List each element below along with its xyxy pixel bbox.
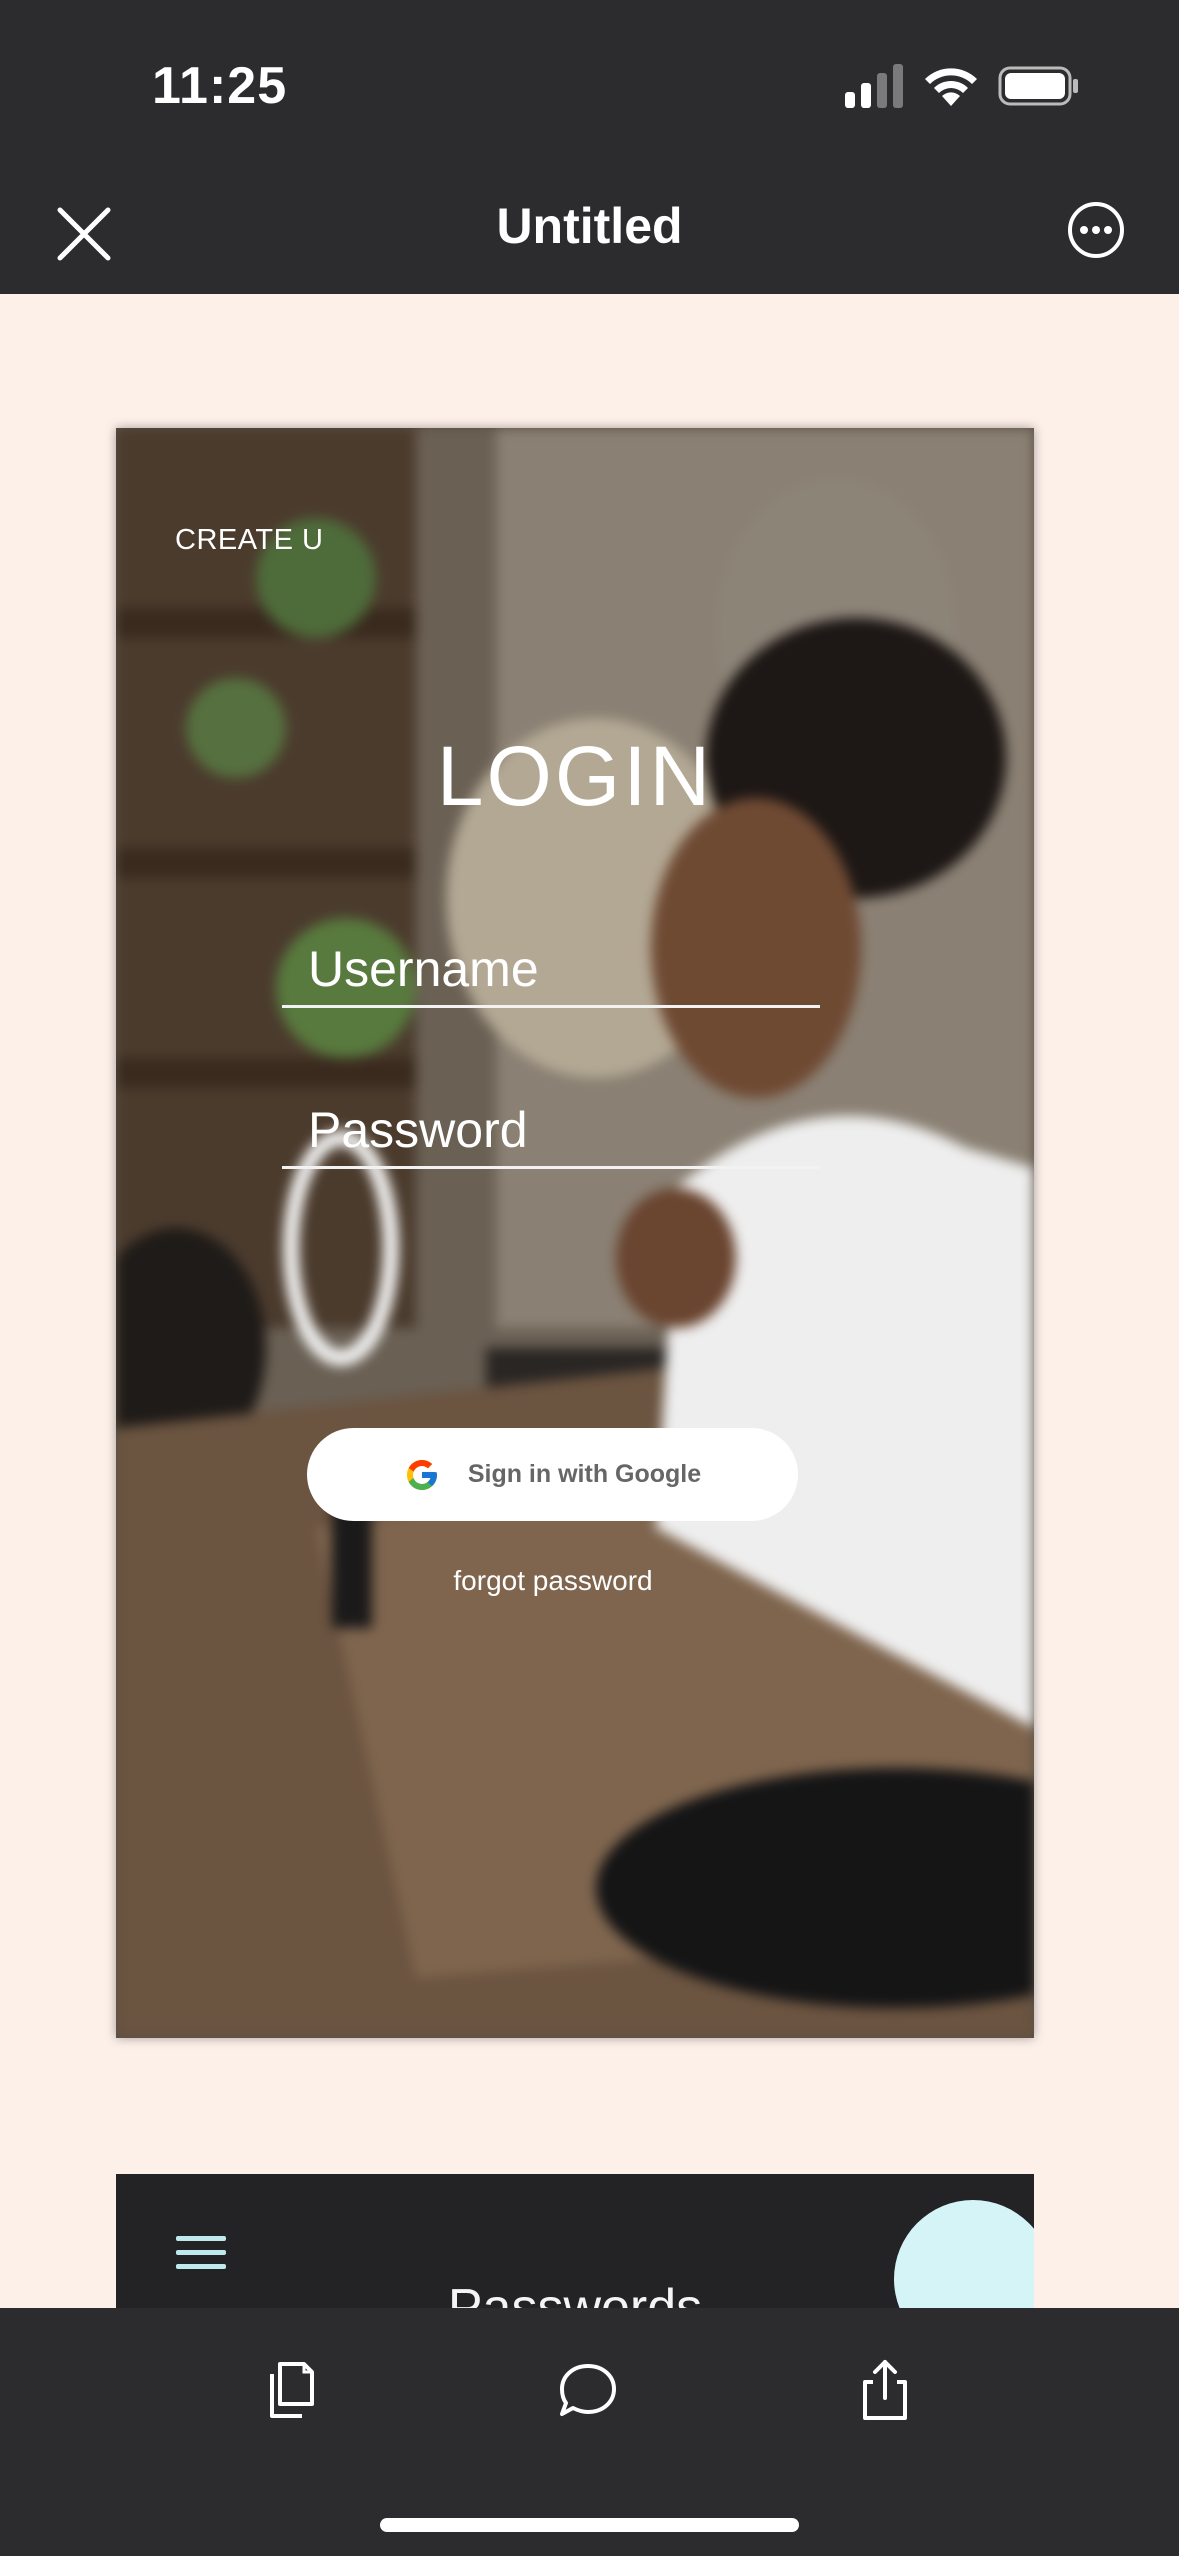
password-field[interactable] bbox=[282, 1095, 820, 1165]
username-field-container bbox=[282, 934, 820, 1008]
prototype-canvas[interactable]: CREATE U LOGIN Sign in with Google forgo… bbox=[0, 294, 1179, 2308]
comment-icon[interactable] bbox=[556, 2358, 620, 2422]
passwords-frame: Passwords bbox=[116, 2174, 1034, 2308]
username-field[interactable] bbox=[282, 934, 820, 1004]
create-user-link[interactable]: CREATE U bbox=[175, 524, 323, 557]
hamburger-menu-icon[interactable] bbox=[176, 2236, 226, 2272]
login-heading: LOGIN bbox=[436, 729, 714, 823]
share-icon[interactable] bbox=[853, 2358, 917, 2422]
google-sign-in-button[interactable]: Sign in with Google bbox=[307, 1428, 798, 1521]
wifi-icon bbox=[925, 68, 977, 106]
forgot-password-link[interactable]: forgot password bbox=[116, 1565, 990, 1597]
home-indicator[interactable] bbox=[380, 2518, 799, 2532]
password-field-container bbox=[282, 1095, 820, 1169]
nav-bar: Untitled bbox=[0, 170, 1179, 294]
pages-icon[interactable] bbox=[260, 2358, 324, 2422]
google-logo-icon bbox=[406, 1459, 437, 1490]
more-options-icon[interactable] bbox=[1066, 200, 1126, 260]
login-frame: CREATE U LOGIN Sign in with Google forgo… bbox=[116, 428, 1034, 2038]
bottom-toolbar bbox=[0, 2308, 1179, 2556]
google-sign-in-label: Sign in with Google bbox=[467, 1460, 702, 1488]
page-title: Untitled bbox=[496, 198, 683, 254]
battery-icon bbox=[998, 66, 1078, 106]
status-time: 11:25 bbox=[152, 57, 288, 115]
status-bar: 11:25 bbox=[0, 0, 1179, 170]
cellular-signal-icon bbox=[845, 64, 903, 108]
background-photo bbox=[116, 428, 1034, 2038]
floating-action-button[interactable] bbox=[894, 2200, 1034, 2308]
